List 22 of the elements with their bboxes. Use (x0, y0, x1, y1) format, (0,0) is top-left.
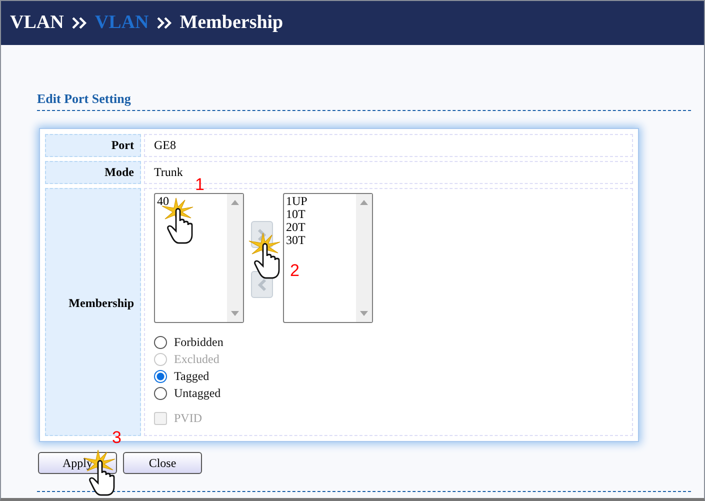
list-item[interactable]: 10T (286, 208, 306, 221)
breadcrumb-item: Membership (180, 12, 284, 34)
close-button[interactable]: Close (123, 452, 202, 474)
field-label: Port (45, 134, 141, 157)
list-item[interactable]: 20T (286, 221, 306, 234)
scrollbar[interactable] (356, 194, 372, 322)
double-chevron-icon (70, 16, 88, 30)
available-vlan-list[interactable]: 40 (154, 193, 244, 323)
membership-radio[interactable]: Tagged (154, 368, 623, 385)
field-value: GE8 (144, 134, 633, 157)
double-chevron-icon (156, 16, 173, 30)
step-number: 2 (290, 261, 300, 281)
list-item[interactable]: 30T (286, 234, 306, 247)
step-number: 1 (195, 175, 204, 195)
breadcrumb-item: VLAN (10, 12, 64, 34)
field-label: Mode (45, 161, 141, 184)
list-item[interactable]: 1UP (286, 195, 308, 208)
section-title: Edit Port Setting (37, 91, 691, 111)
list-item[interactable]: 40 (157, 195, 169, 208)
membership-radio[interactable]: Untagged (154, 385, 623, 402)
scrollbar[interactable] (227, 194, 243, 322)
membership-radio[interactable]: Forbidden (154, 334, 623, 351)
